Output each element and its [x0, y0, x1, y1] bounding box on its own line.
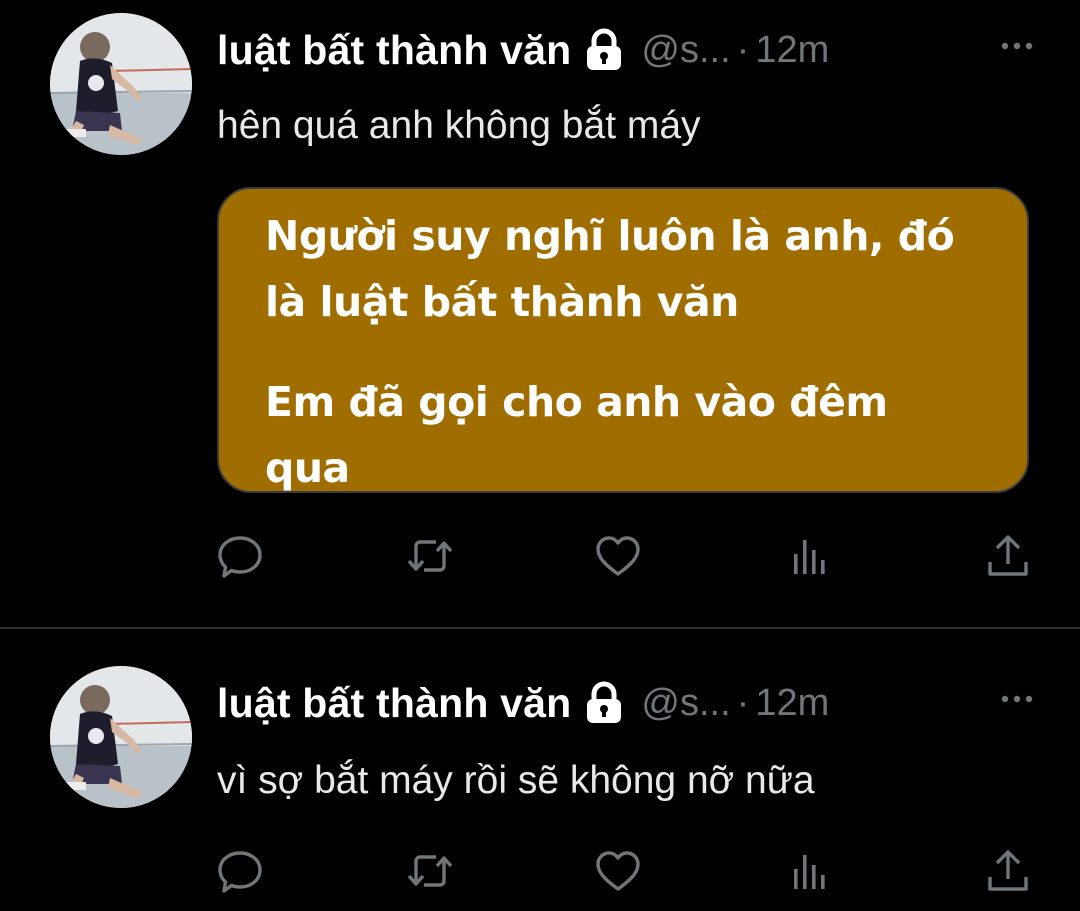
tweet-text: hên quá anh không bắt máy	[217, 104, 701, 147]
views-icon[interactable]	[786, 532, 834, 580]
action-bar	[216, 847, 1036, 899]
more-options-icon[interactable]	[997, 689, 1037, 709]
reply-icon[interactable]	[216, 532, 264, 580]
more-options-icon[interactable]	[997, 36, 1037, 56]
tweet-text: vì sợ bắt máy rồi sẽ không nỡ nữa	[217, 759, 815, 802]
avatar[interactable]	[50, 13, 192, 155]
share-icon[interactable]	[984, 532, 1032, 580]
retweet-icon[interactable]	[406, 847, 454, 895]
tweet-header: luật bất thành văn @s... · 12m	[217, 22, 1037, 78]
avatar[interactable]	[50, 666, 192, 808]
reply-icon[interactable]	[216, 847, 264, 895]
tweet[interactable]: luật bất thành văn @s... · 12m hên quá a…	[0, 0, 1080, 627]
timestamp[interactable]: 12m	[755, 29, 829, 72]
avatar-photo	[50, 666, 192, 808]
retweet-icon[interactable]	[406, 532, 454, 580]
card-text-line: Em đã gọi cho anh vào đêm	[265, 378, 888, 426]
display-name[interactable]: luật bất thành văn	[217, 27, 571, 74]
card-text-line: là luật bất thành văn	[265, 278, 739, 326]
user-handle[interactable]: @s...	[641, 682, 730, 725]
avatar-photo	[50, 13, 192, 155]
lock-icon	[585, 28, 623, 72]
tweet[interactable]: luật bất thành văn @s... · 12m vì sợ bắt…	[0, 629, 1080, 911]
lock-icon	[585, 681, 623, 725]
views-icon[interactable]	[786, 847, 834, 895]
user-handle[interactable]: @s...	[641, 29, 730, 72]
share-icon[interactable]	[984, 847, 1032, 895]
card-text-line: qua	[265, 444, 350, 492]
separator: ·	[736, 28, 750, 71]
like-icon[interactable]	[594, 532, 642, 580]
media-card[interactable]: Người suy nghĩ luôn là anh, đó là luật b…	[217, 187, 1029, 493]
action-bar	[216, 532, 1036, 584]
like-icon[interactable]	[594, 847, 642, 895]
tweet-header: luật bất thành văn @s... · 12m	[217, 675, 1037, 731]
separator: ·	[736, 681, 750, 724]
card-text-line: Người suy nghĩ luôn là anh, đó	[265, 212, 955, 260]
timestamp[interactable]: 12m	[755, 682, 829, 725]
display-name[interactable]: luật bất thành văn	[217, 680, 571, 727]
